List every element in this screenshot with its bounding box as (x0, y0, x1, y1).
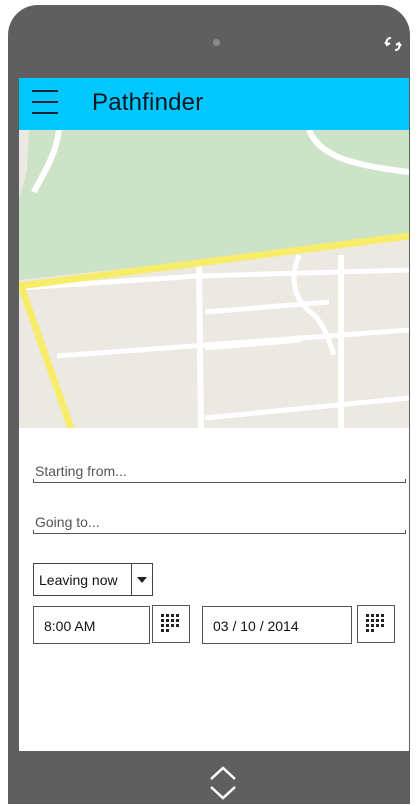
time-picker-button[interactable] (152, 605, 190, 643)
field-underline (33, 533, 406, 534)
app-screen: Pathfinder Starting from... Going to... … (19, 78, 409, 751)
date-field[interactable]: 03 / 10 / 2014 (202, 606, 352, 644)
grid-icon (366, 614, 384, 632)
date-picker-button[interactable] (357, 605, 395, 643)
app-title: Pathfinder (92, 89, 204, 116)
field-underline (33, 482, 406, 483)
time-field[interactable]: 8:00 AM (33, 606, 150, 644)
chevron-down-icon (137, 577, 147, 583)
going-to-input[interactable] (33, 512, 395, 532)
camera-dot (213, 39, 220, 46)
departure-timing-select[interactable]: Leaving now (33, 563, 153, 596)
device-frame: Pathfinder Starting from... Going to... … (8, 5, 410, 804)
date-value: 03 / 10 / 2014 (213, 618, 299, 634)
starting-from-field[interactable] (33, 461, 407, 483)
up-down-chevron-icon[interactable] (208, 764, 238, 802)
grid-icon (161, 614, 179, 632)
app-bar: Pathfinder (19, 78, 409, 130)
going-to-field[interactable] (33, 512, 407, 534)
map-view[interactable] (19, 130, 409, 428)
time-value: 8:00 AM (44, 618, 96, 634)
rotate-icon[interactable] (382, 33, 404, 55)
starting-from-input[interactable] (33, 461, 395, 481)
field-tick (405, 530, 406, 534)
departure-timing-value: Leaving now (39, 572, 118, 588)
field-tick (33, 530, 34, 534)
field-tick (33, 479, 34, 483)
dropdown-button[interactable] (131, 564, 152, 595)
hamburger-icon[interactable] (32, 90, 58, 114)
field-tick (405, 479, 406, 483)
